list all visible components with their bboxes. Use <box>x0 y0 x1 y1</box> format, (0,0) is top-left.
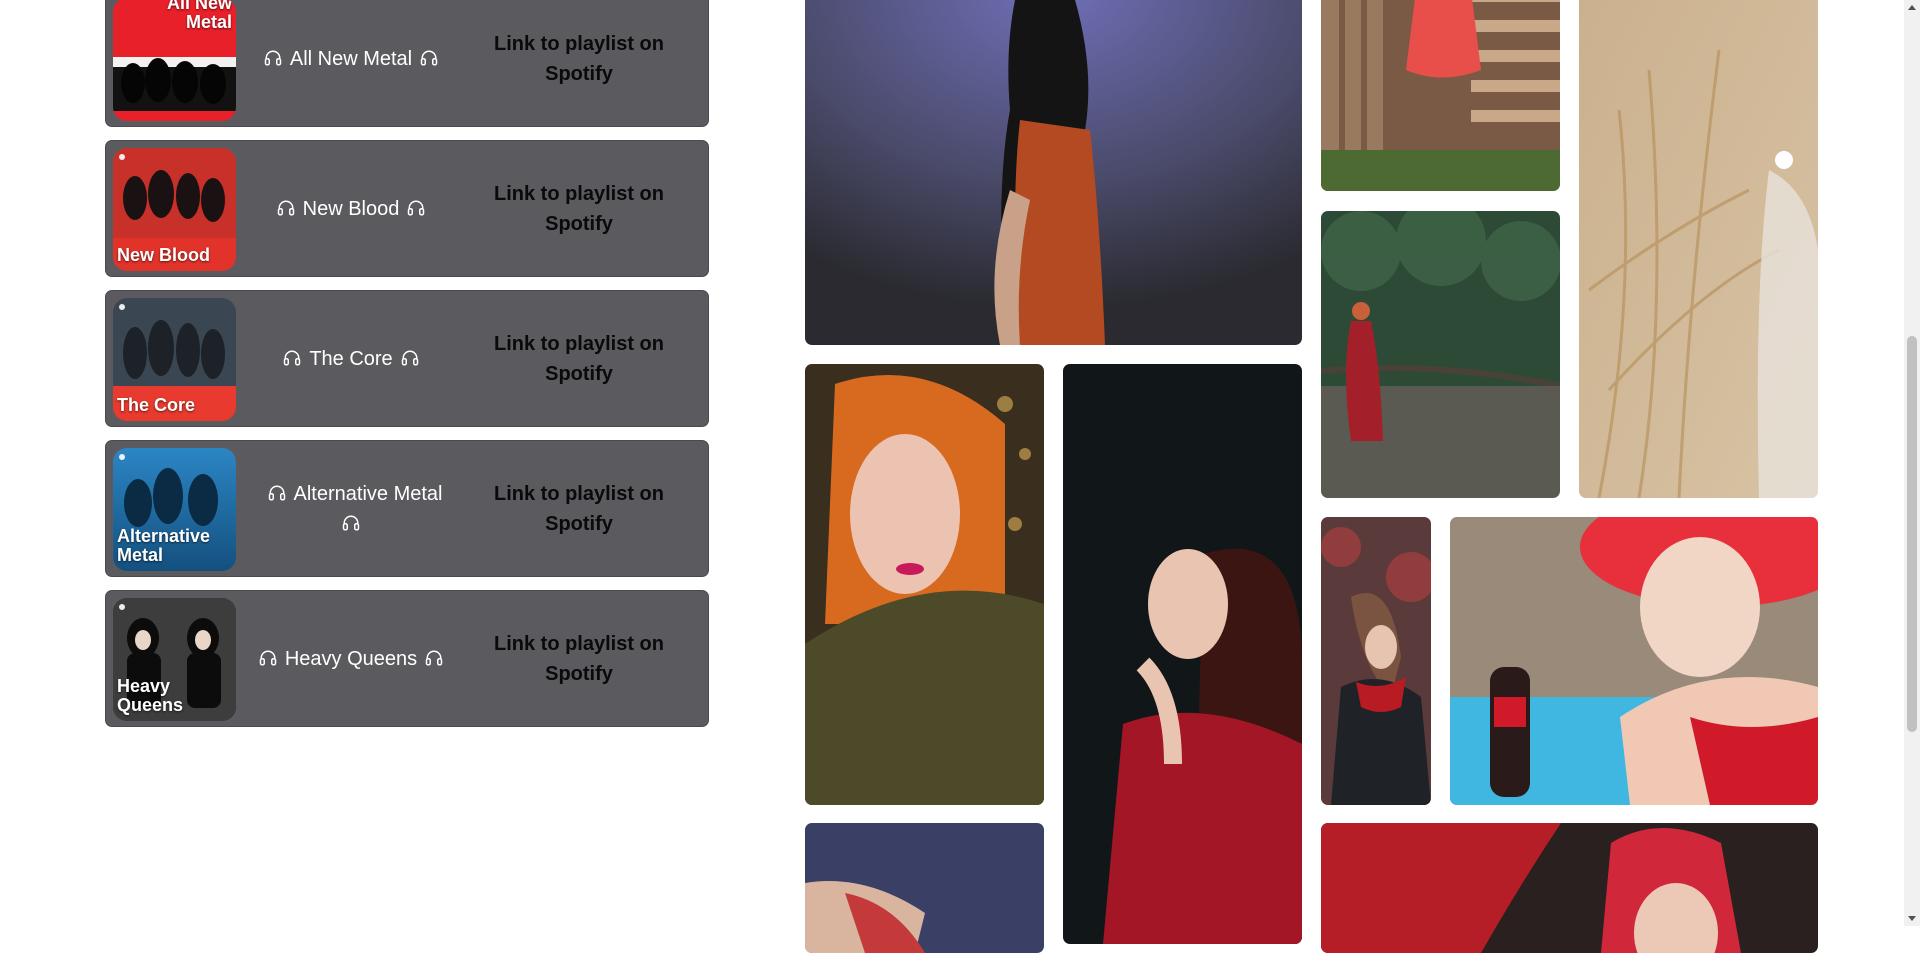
woman-red-headscarf-photo[interactable] <box>1321 823 1818 953</box>
spotify-playlist-link[interactable]: Link to playlist on Spotify <box>458 441 700 576</box>
headphones-icon <box>259 650 277 665</box>
playlist-cover: All New Metal <box>113 0 236 121</box>
photo-image <box>1579 0 1818 498</box>
playlist-name: Heavy Queens <box>284 647 418 670</box>
scroll-down-arrow-icon[interactable] <box>1908 916 1916 921</box>
woman-red-dress-in-river-photo[interactable] <box>1321 211 1560 498</box>
shoes-photo[interactable] <box>805 823 1044 953</box>
woman-dancing-orange-skirt-photo[interactable] <box>805 0 1302 345</box>
woman-red-dress-wooden-fence-photo[interactable] <box>1321 0 1560 191</box>
playlist-card-alternative-metal: Alternative Metal Alternative Metal Link… <box>105 440 709 577</box>
playlist-name-line: Alternative Metal <box>246 479 456 539</box>
playlist-name: All New Metal <box>289 47 413 70</box>
cover-title: New Blood <box>117 245 210 265</box>
playlist-name-wrap: New Blood <box>246 141 456 276</box>
headphones-icon <box>268 485 285 500</box>
playlist-name-line: All New Metal <box>256 44 446 74</box>
playlist-name-line: New Blood <box>269 194 434 224</box>
redhead-woman-portrait-photo[interactable] <box>805 364 1044 805</box>
photo-image <box>1063 364 1302 944</box>
cover-badge <box>119 154 125 160</box>
cover-title: The Core <box>117 395 196 415</box>
scrollbar-thumb[interactable] <box>1907 336 1917 732</box>
playlist-card-all-new-metal: All New Metal All New Metal Link to play… <box>105 0 709 127</box>
playlist-cover: Alternative Metal <box>113 448 236 571</box>
woman-in-wheat-field-photo[interactable] <box>1579 0 1818 498</box>
playlist-name-wrap: Alternative Metal <box>246 441 456 576</box>
playlist-cover: New Blood <box>113 148 236 271</box>
woman-red-hat-drinking-soda-photo[interactable] <box>1450 517 1818 805</box>
spotify-playlist-link[interactable]: Link to playlist on Spotify <box>458 0 700 126</box>
woman-red-top-dark-background-photo[interactable] <box>1063 364 1302 944</box>
photo-image <box>1321 517 1431 805</box>
headphones-icon <box>264 50 282 65</box>
spotify-playlist-link[interactable]: Link to playlist on Spotify <box>458 141 700 276</box>
playlist-name-wrap: All New Metal <box>246 0 456 126</box>
playlist-name: Alternative Metal <box>293 482 443 505</box>
playlist-name-line: Heavy Queens <box>251 644 451 674</box>
cover-badge <box>119 454 125 460</box>
cover-title: Alternative Metal <box>117 526 211 565</box>
playlist-name-wrap: Heavy Queens <box>246 591 456 726</box>
photo-image <box>1321 211 1560 498</box>
page-scrollbar[interactable] <box>1904 0 1920 926</box>
photo-image <box>805 0 1302 345</box>
woman-with-red-scarf-photo[interactable] <box>1321 517 1431 805</box>
playlist-name-wrap: The Core <box>246 291 456 426</box>
playlist-card-new-blood: New Blood New Blood Link to playlist on … <box>105 140 709 277</box>
headphones-icon <box>408 200 425 215</box>
cover-title: All New Metal <box>166 0 232 32</box>
photo-image <box>805 364 1044 805</box>
headphones-icon <box>401 350 418 365</box>
playlist-card-the-core: The Core The Core Link to playlist on Sp… <box>105 290 709 427</box>
cover-badge <box>119 604 125 610</box>
spotify-playlist-link[interactable]: Link to playlist on Spotify <box>458 591 700 726</box>
headphones-icon <box>284 350 301 365</box>
spotify-playlist-link[interactable]: Link to playlist on Spotify <box>458 291 700 426</box>
playlist-cover: Heavy Queens <box>113 598 236 721</box>
headphones-icon <box>420 50 438 65</box>
scroll-up-arrow-icon[interactable] <box>1908 5 1916 10</box>
photo-image <box>1321 0 1560 191</box>
playlist-card-heavy-queens: Heavy Queens Heavy Queens Link to playli… <box>105 590 709 727</box>
photo-image <box>1321 823 1818 953</box>
playlist-name: New Blood <box>302 197 400 220</box>
cover-badge <box>119 304 125 310</box>
headphones-icon <box>277 200 294 215</box>
cover-title: Heavy Queens <box>117 676 184 715</box>
headphones-icon <box>425 650 443 665</box>
playlist-cover: The Core <box>113 298 236 421</box>
photo-image <box>805 823 1044 953</box>
playlist-name: The Core <box>309 347 393 370</box>
playlist-name-line: The Core <box>275 344 426 374</box>
headphones-icon <box>342 515 360 530</box>
photo-image <box>1450 517 1818 805</box>
